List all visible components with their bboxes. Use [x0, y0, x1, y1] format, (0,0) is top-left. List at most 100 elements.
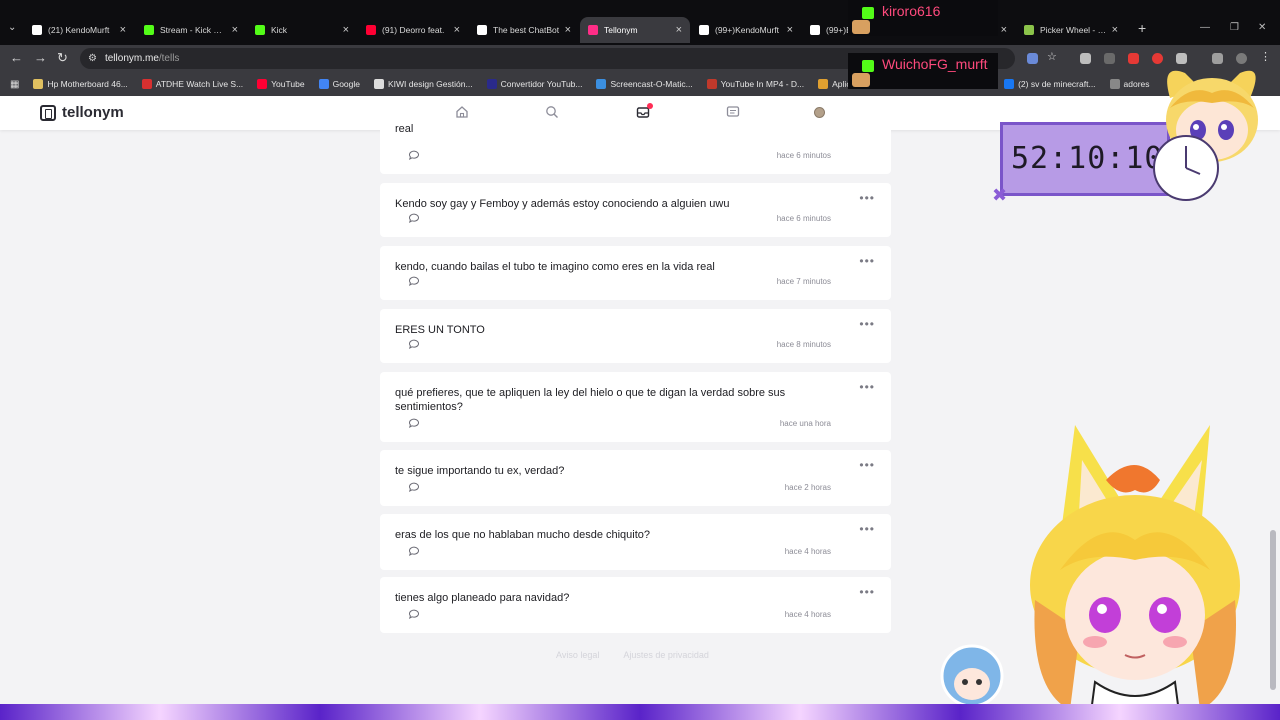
tell-text: te sigue importando tu ex, verdad?: [395, 465, 565, 477]
more-options-icon[interactable]: •••: [859, 458, 875, 472]
tab-close-icon[interactable]: ×: [343, 24, 349, 36]
reload-icon[interactable]: ↻: [57, 51, 68, 65]
kick-icon: [144, 25, 154, 35]
browser-tab[interactable]: Picker Wheel - Sp ×: [1016, 17, 1126, 43]
tab-close-icon[interactable]: ×: [676, 24, 682, 36]
chatbot-icon: [477, 25, 487, 35]
profile-icon[interactable]: [810, 103, 828, 121]
tell-card[interactable]: Kendo soy gay y Femboy y además estoy co…: [380, 183, 891, 237]
tab-close-icon[interactable]: ×: [232, 24, 238, 36]
search-icon[interactable]: [543, 103, 561, 121]
tab-search-chevron-icon[interactable]: ⌄: [8, 22, 16, 33]
wheel-icon: [1024, 25, 1034, 35]
tab-label: Kick: [271, 25, 288, 35]
more-options-icon[interactable]: •••: [859, 191, 875, 205]
tell-card[interactable]: te sigue importando tu ex, verdad? ••• hac…: [380, 450, 891, 506]
tell-text: Kendo soy gay y Femboy y además estoy co…: [395, 198, 730, 210]
translate-icon[interactable]: [1027, 53, 1038, 64]
tab-close-icon[interactable]: ×: [454, 24, 460, 36]
tell-card[interactable]: kendo, cuando bailas el tubo te imagino …: [380, 246, 891, 300]
bookmark-item[interactable]: YouTube: [257, 79, 305, 89]
browser-tab[interactable]: The best ChatBot ×: [469, 17, 579, 43]
bookmark-label: KIWI design Gestión...: [388, 79, 473, 89]
browser-tab[interactable]: Kick ×: [247, 17, 357, 43]
tell-card[interactable]: tienes algo planeado para navidad? ••• hac…: [380, 577, 891, 633]
browser-tab[interactable]: (21) KendoMurft ×: [24, 17, 134, 43]
reply-icon[interactable]: [408, 546, 420, 556]
new-tab-button[interactable]: +: [1138, 20, 1146, 36]
more-options-icon[interactable]: •••: [859, 585, 875, 599]
tab-close-icon[interactable]: ×: [565, 24, 571, 36]
inbox-icon[interactable]: [634, 103, 653, 121]
bookmark-item[interactable]: KIWI design Gestión...: [374, 79, 473, 89]
privacy-settings-link[interactable]: Ajustes de privacidad: [623, 650, 709, 660]
tab-label: (91) Deorro feat.: [382, 25, 445, 35]
bookmark-item[interactable]: adores: [1109, 79, 1150, 89]
bookmark-favicon-icon: [257, 79, 268, 89]
reply-icon[interactable]: [408, 609, 420, 619]
extension-3-icon[interactable]: [1128, 53, 1139, 64]
browser-tab[interactable]: (91) Deorro feat. ×: [358, 17, 468, 43]
bookmark-item[interactable]: Hp Motherboard 46...: [33, 79, 128, 89]
stream-overlay-bottom-strip: [0, 704, 1280, 720]
bookmark-star-icon[interactable]: ☆: [1047, 50, 1058, 63]
reply-icon[interactable]: [408, 482, 420, 492]
chat-icon[interactable]: [724, 103, 742, 121]
close-window-icon[interactable]: ✕: [1258, 22, 1266, 33]
bookmark-item[interactable]: (2) sv de minecraft...: [1004, 79, 1096, 89]
apps-grid-icon[interactable]: ▦: [10, 79, 19, 90]
tell-card[interactable]: ERES UN TONTO ••• hace 8 minutos: [380, 309, 891, 363]
avatar: [813, 106, 825, 118]
tell-timestamp: hace 6 minutos: [776, 151, 831, 160]
more-options-icon[interactable]: •••: [859, 380, 875, 394]
tab-label: Tellonym: [604, 25, 638, 35]
tiktok-icon: [810, 25, 820, 35]
more-options-icon[interactable]: •••: [859, 317, 875, 331]
bookmark-item[interactable]: Google: [318, 79, 360, 89]
tab-close-icon[interactable]: ×: [120, 24, 126, 36]
legal-link[interactable]: Aviso legal: [556, 650, 599, 660]
maximize-icon[interactable]: ❐: [1230, 22, 1239, 33]
reply-icon[interactable]: [408, 213, 420, 223]
tell-timestamp: hace 7 minutos: [776, 277, 831, 286]
bookmark-item[interactable]: Convertidor YouTub...: [486, 79, 582, 89]
bookmark-label: (2) sv de minecraft...: [1018, 79, 1096, 89]
extension-2-icon[interactable]: [1104, 53, 1115, 64]
reply-icon[interactable]: [408, 339, 420, 349]
bookmark-item[interactable]: Screencast-O-Matic...: [596, 79, 693, 89]
tell-card[interactable]: real hace 6 minutos: [380, 120, 891, 174]
logo-text: tellonym: [62, 104, 124, 121]
site-info-icon[interactable]: ⚙: [88, 53, 97, 64]
home-icon[interactable]: [453, 103, 471, 121]
bookmark-item[interactable]: ATDHE Watch Live S...: [141, 79, 244, 89]
extension-1-icon[interactable]: [1080, 53, 1091, 64]
reply-icon[interactable]: [408, 418, 420, 428]
tell-card[interactable]: qué prefieres, que te apliquen la ley de…: [380, 372, 891, 442]
bookmark-label: Hp Motherboard 46...: [47, 79, 128, 89]
tab-close-icon[interactable]: ×: [1001, 24, 1007, 36]
tell-timestamp: hace 4 horas: [784, 547, 831, 556]
bookmark-label: Screencast-O-Matic...: [610, 79, 693, 89]
bookmark-item[interactable]: YouTube In MP4 - D...: [706, 79, 804, 89]
forward-icon[interactable]: →: [34, 51, 47, 65]
browser-tab[interactable]: Stream - Kick Dash ×: [136, 17, 246, 43]
browser-tab[interactable]: (99+)KendoMurft ×: [691, 17, 801, 43]
reply-icon[interactable]: [408, 276, 420, 286]
tellonym-logo[interactable]: tellonym: [40, 104, 124, 121]
bookmark-favicon-icon: [318, 79, 329, 89]
tell-card[interactable]: eras de los que no hablaban mucho desde …: [380, 514, 891, 570]
back-icon[interactable]: ←: [10, 51, 23, 65]
bookmark-label: adores: [1123, 79, 1150, 89]
bookmark-label: YouTube: [271, 79, 305, 89]
more-options-icon[interactable]: •••: [859, 254, 875, 268]
bookmark-label: ATDHE Watch Live S...: [155, 79, 244, 89]
page-scrollbar[interactable]: [1270, 530, 1276, 690]
tab-close-icon[interactable]: ×: [1112, 24, 1118, 36]
minimize-icon[interactable]: —: [1200, 22, 1210, 33]
tab-label: The best ChatBot: [493, 25, 560, 35]
kick-icon: [862, 60, 874, 72]
more-options-icon[interactable]: •••: [859, 522, 875, 536]
tab-close-icon[interactable]: ×: [787, 24, 793, 36]
reply-icon[interactable]: [408, 150, 420, 160]
browser-tab[interactable]: Tellonym ×: [580, 17, 690, 43]
